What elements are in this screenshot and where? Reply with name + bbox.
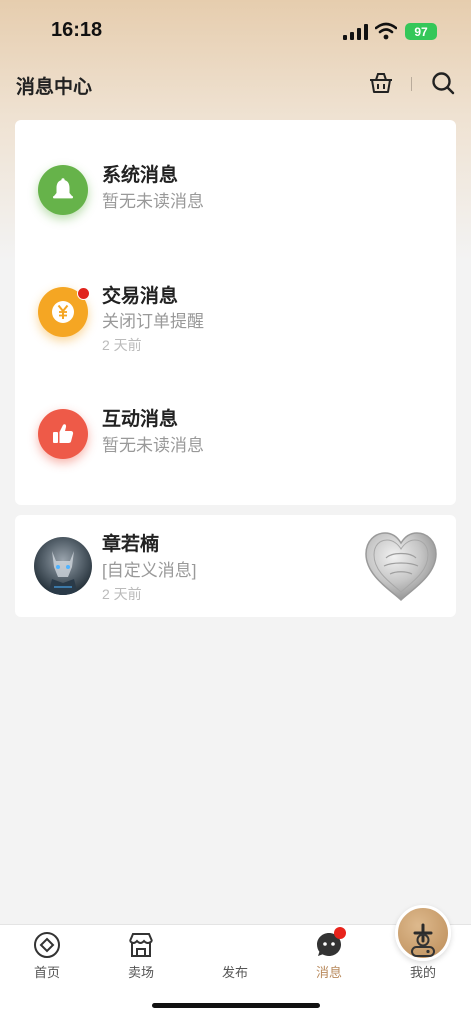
unread-badge bbox=[334, 927, 346, 939]
heart-coin-image bbox=[365, 532, 437, 602]
message-title: 互动消息 bbox=[102, 409, 179, 430]
basket-icon[interactable] bbox=[368, 70, 394, 96]
store-icon bbox=[129, 933, 153, 957]
battery-indicator: 97 bbox=[405, 23, 437, 40]
message-subtitle: 暂无未读消息 bbox=[102, 192, 204, 211]
yuan-icon bbox=[38, 287, 90, 337]
tab-store[interactable]: 卖场 bbox=[94, 925, 188, 985]
tab-label: 我的 bbox=[409, 965, 436, 980]
conversation-item[interactable]: 章若楠 [自定义消息] 2 天前 bbox=[15, 515, 456, 617]
profile-icon bbox=[411, 933, 435, 957]
bottom-tab-bar: 首页 卖场 发布 消息 我的 bbox=[0, 905, 471, 1024]
tab-label: 发布 bbox=[221, 965, 248, 980]
status-time: 16:18 bbox=[51, 19, 103, 41]
interaction-message-item[interactable]: 互动消息 暂无未读消息 bbox=[15, 374, 456, 505]
battery-level: 97 bbox=[414, 24, 428, 39]
unread-dot bbox=[77, 287, 90, 300]
tab-label: 卖场 bbox=[127, 965, 154, 980]
system-messages-card: 系统消息 暂无未读消息 交易消息 关闭订单提醒 2 天前 互动消息 暂无未读消息 bbox=[15, 120, 456, 505]
message-title: 交易消息 bbox=[102, 286, 179, 307]
message-subtitle: 暂无未读消息 bbox=[102, 436, 204, 455]
search-icon[interactable] bbox=[430, 70, 456, 96]
wifi-icon bbox=[375, 22, 397, 40]
tab-label: 首页 bbox=[33, 965, 60, 980]
message-preview: [自定义消息] bbox=[102, 561, 197, 580]
system-message-item[interactable]: 系统消息 暂无未读消息 bbox=[15, 120, 456, 250]
cellular-signal-icon bbox=[343, 24, 368, 40]
page-title: 消息中心 bbox=[16, 77, 93, 98]
message-subtitle: 关闭订单提醒 bbox=[102, 312, 204, 331]
tab-home[interactable]: 首页 bbox=[0, 925, 94, 985]
tab-publish[interactable]: 发布 bbox=[188, 905, 451, 985]
header-divider bbox=[411, 77, 412, 91]
home-indicator bbox=[152, 1003, 320, 1008]
home-icon bbox=[34, 932, 60, 958]
message-title: 系统消息 bbox=[102, 165, 179, 186]
avatar[interactable] bbox=[34, 537, 92, 595]
message-time: 2 天前 bbox=[102, 586, 142, 602]
trade-message-item[interactable]: 交易消息 关闭订单提醒 2 天前 bbox=[15, 250, 456, 374]
tab-profile[interactable]: 我的 bbox=[376, 925, 470, 985]
thumbs-up-icon bbox=[38, 409, 88, 459]
tab-label: 消息 bbox=[315, 965, 342, 980]
tab-messages[interactable]: 消息 bbox=[282, 925, 376, 985]
status-bar: 16:18 97 bbox=[0, 0, 471, 62]
page-header: 消息中心 bbox=[0, 64, 471, 104]
message-time: 2 天前 bbox=[102, 337, 142, 353]
bell-icon bbox=[38, 165, 88, 215]
contact-name: 章若楠 bbox=[102, 534, 160, 555]
